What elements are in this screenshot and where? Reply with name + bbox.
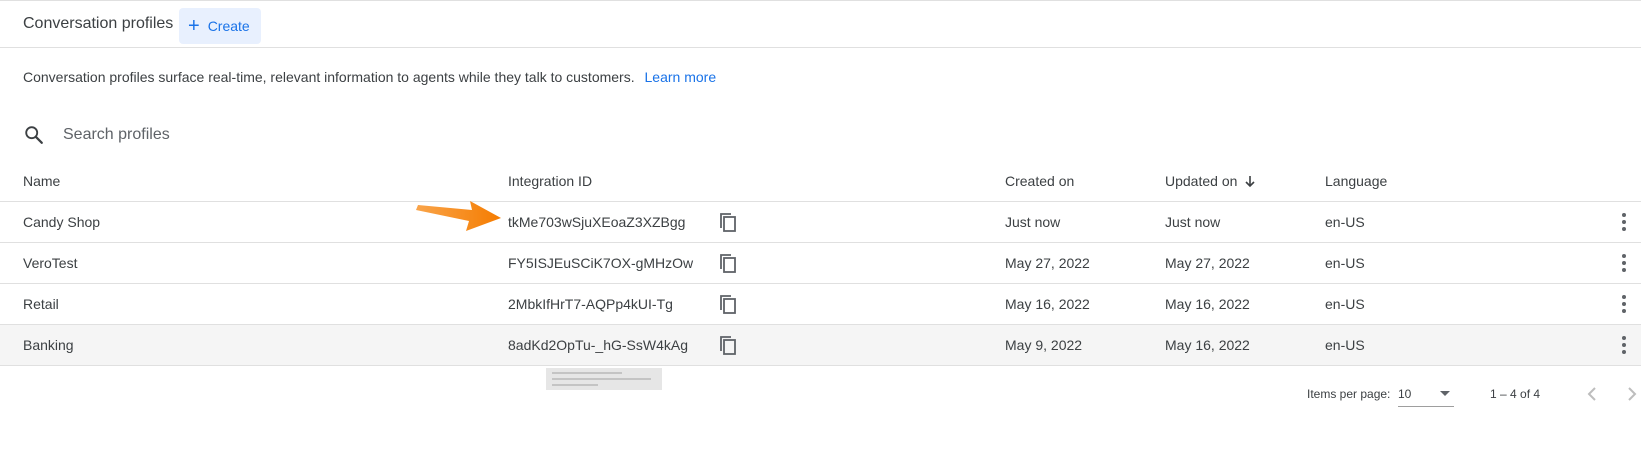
more-vert-icon[interactable] xyxy=(1621,254,1627,274)
table-row[interactable]: VeroTest FY5ISJEuSCiK7OX-gMHzOw May 27, … xyxy=(0,243,1641,284)
page-description: Conversation profiles surface real-time,… xyxy=(23,69,716,85)
language: en-US xyxy=(1325,337,1365,353)
updated-on: May 27, 2022 xyxy=(1165,255,1250,271)
integration-id: 2MbkIfHrT7-AQPp4kUI-Tg xyxy=(508,296,673,312)
search-icon xyxy=(25,126,43,144)
dropdown-caret-icon xyxy=(1440,391,1450,396)
updated-on: May 16, 2022 xyxy=(1165,337,1250,353)
copy-icon[interactable] xyxy=(718,212,738,234)
created-on: May 16, 2022 xyxy=(1005,296,1090,312)
description-text: Conversation profiles surface real-time,… xyxy=(23,69,635,85)
language: en-US xyxy=(1325,296,1365,312)
created-on: May 9, 2022 xyxy=(1005,337,1083,353)
page-header: Conversation profiles + Create xyxy=(0,0,1641,48)
page-title: Conversation profiles xyxy=(23,15,174,32)
table-row[interactable]: Candy Shop tkMe703wSjuXEoaZ3XZBgg Just n… xyxy=(0,202,1641,243)
plus-icon: + xyxy=(188,15,200,37)
chevron-right-icon[interactable] xyxy=(1625,385,1639,403)
table-row[interactable]: Banking 8adKd2OpTu-_hG-SsW4kAg May 9, 20… xyxy=(0,325,1641,366)
table-row[interactable]: Retail 2MbkIfHrT7-AQPp4kUI-Tg May 16, 20… xyxy=(0,284,1641,325)
column-header-created-on[interactable]: Created on xyxy=(1005,173,1074,189)
arrow-down-icon xyxy=(1245,176,1255,188)
integration-id: FY5ISJEuSCiK7OX-gMHzOw xyxy=(508,255,694,271)
create-button[interactable]: + Create xyxy=(179,8,261,44)
more-vert-icon[interactable] xyxy=(1621,213,1627,233)
column-header-name[interactable]: Name xyxy=(23,173,60,189)
copy-icon[interactable] xyxy=(718,294,738,316)
column-header-integration-id[interactable]: Integration ID xyxy=(508,173,592,189)
profile-name[interactable]: Banking xyxy=(23,337,74,353)
created-on: Just now xyxy=(1005,214,1061,230)
language: en-US xyxy=(1325,255,1365,271)
annotation-arrow-icon xyxy=(416,201,501,231)
updated-on: May 16, 2022 xyxy=(1165,296,1250,312)
more-vert-icon[interactable] xyxy=(1621,295,1627,315)
chevron-left-icon[interactable] xyxy=(1585,385,1599,403)
profile-name[interactable]: Candy Shop xyxy=(23,214,100,230)
pagination-range: 1 – 4 of 4 xyxy=(1490,387,1541,401)
items-per-page-value: 10 xyxy=(1398,387,1412,401)
updated-on-label: Updated on xyxy=(1165,173,1238,189)
profile-name[interactable]: VeroTest xyxy=(23,255,77,271)
learn-more-link[interactable]: Learn more xyxy=(645,69,717,85)
profile-name[interactable]: Retail xyxy=(23,296,59,312)
copy-icon[interactable] xyxy=(718,335,738,357)
create-button-label: Create xyxy=(207,18,250,34)
created-on: May 27, 2022 xyxy=(1005,255,1090,271)
column-header-updated-on[interactable]: Updated on xyxy=(1165,173,1257,189)
column-header-language[interactable]: Language xyxy=(1325,173,1387,189)
items-per-page-label: Items per page: xyxy=(1307,387,1391,401)
integration-id: tkMe703wSjuXEoaZ3XZBgg xyxy=(508,214,686,230)
more-vert-icon[interactable] xyxy=(1621,336,1627,356)
copy-icon[interactable] xyxy=(718,253,738,275)
search-input[interactable] xyxy=(63,122,463,148)
items-per-page-select[interactable]: 10 xyxy=(1398,381,1454,407)
updated-on: Just now xyxy=(1165,214,1221,230)
language: en-US xyxy=(1325,214,1365,230)
copy-tooltip xyxy=(546,368,662,390)
integration-id: 8adKd2OpTu-_hG-SsW4kAg xyxy=(508,337,689,353)
